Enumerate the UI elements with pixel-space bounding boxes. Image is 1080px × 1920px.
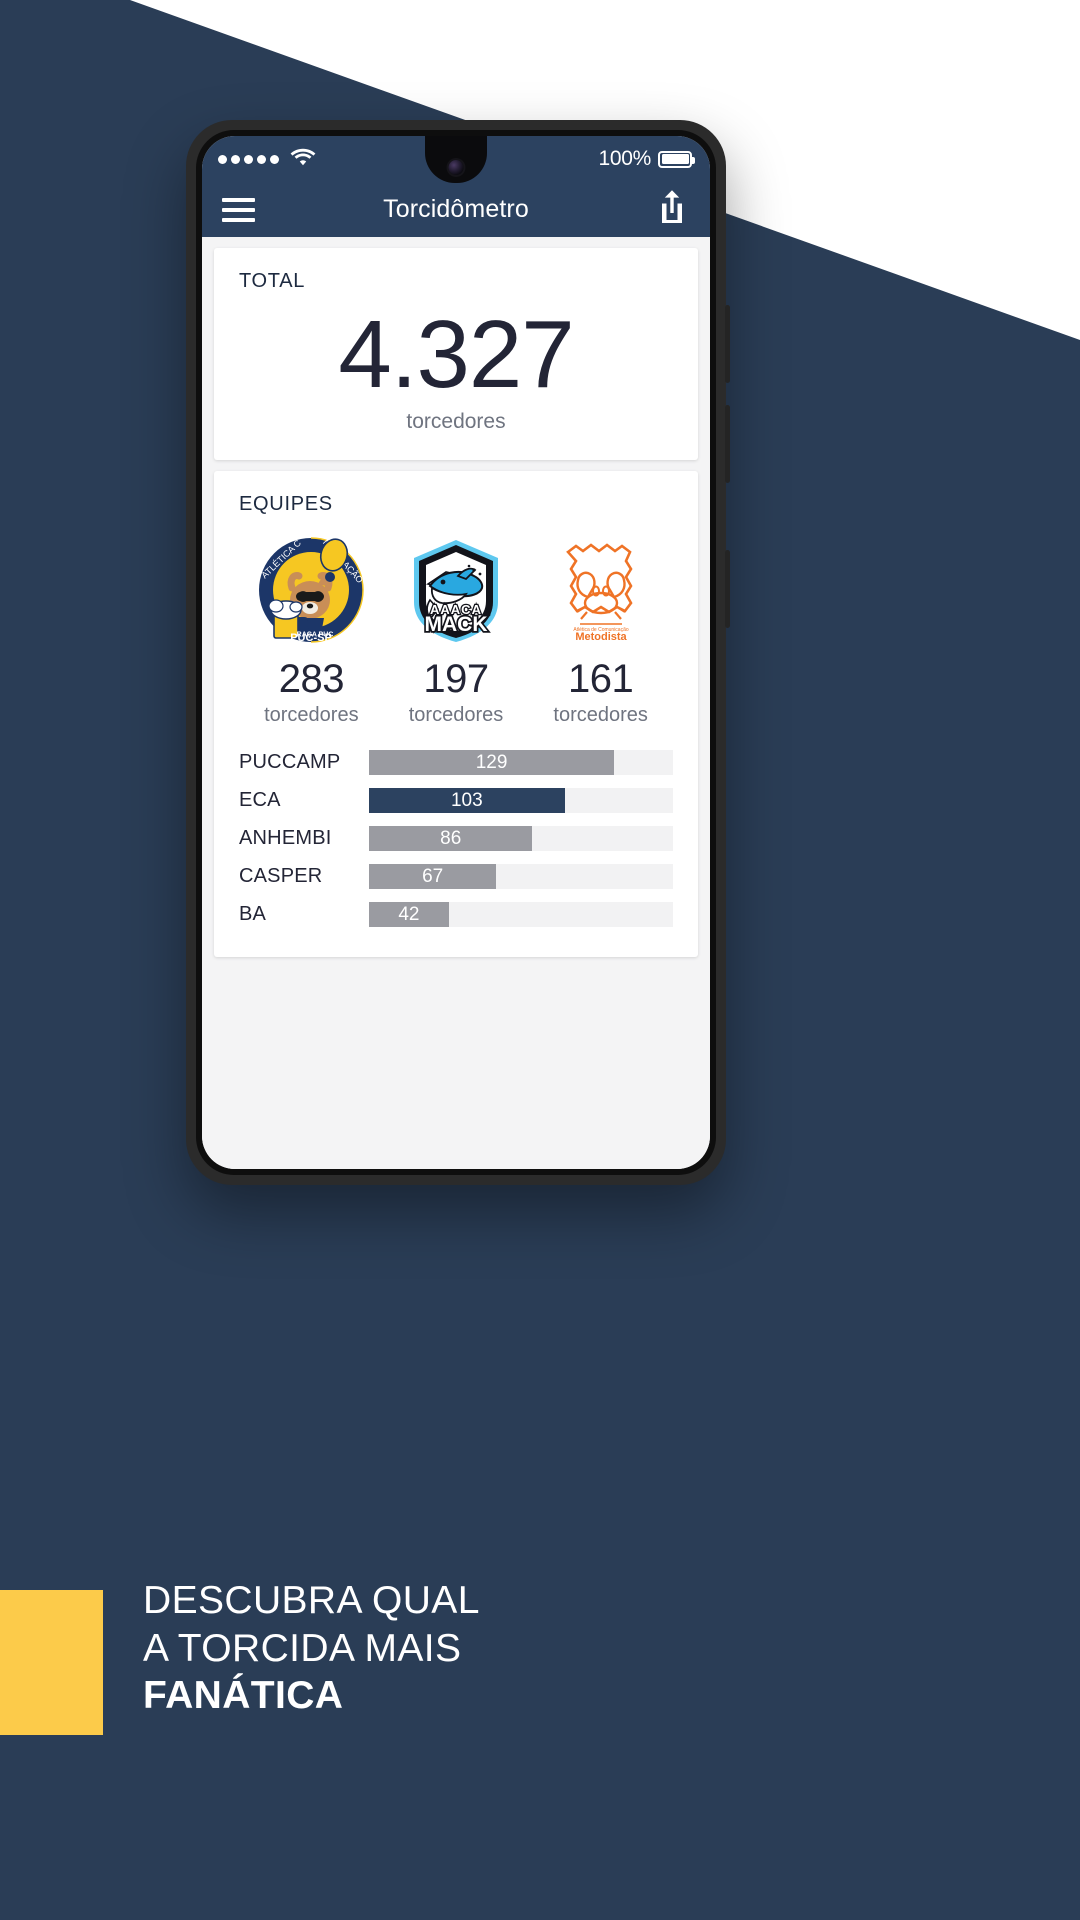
equipes-card-label: EQUIPES xyxy=(239,493,333,515)
team-podium-item[interactable]: Atlética de Comunicação Metodista 161 to… xyxy=(529,536,672,727)
svg-text:MACK: MACK xyxy=(424,613,487,636)
bar-track: 86 xyxy=(369,826,673,851)
total-count-unit: torcedores xyxy=(406,410,506,433)
marketing-tagline: DESCUBRA QUAL A TORCIDA MAIS FANÁTICA xyxy=(143,1577,843,1720)
accent-yellow-block xyxy=(0,1590,103,1735)
app-header: Torcidômetro xyxy=(202,182,710,237)
team-count-unit: torcedores xyxy=(408,704,504,726)
bar-chart-row[interactable]: CASPER 67 xyxy=(239,861,673,892)
phone-screen: 100% Torcidômetro TOTAL 4.327 torcedores… xyxy=(202,136,710,1169)
bar-fill: 103 xyxy=(369,788,565,813)
teams-bar-chart: PUCCAMP 129 ECA 103 ANHEMBI 86 CASPER 67 BA 42 xyxy=(239,747,673,930)
bar-track: 42 xyxy=(369,902,673,927)
bar-category-label: PUCCAMP xyxy=(239,751,341,773)
bar-chart-row[interactable]: ANHEMBI 86 xyxy=(239,823,673,854)
bar-chart-row[interactable]: BA 42 xyxy=(239,899,673,930)
page-title: Torcidômetro xyxy=(383,195,529,223)
team-podium-item[interactable]: AAACA MACK 197 torcedores xyxy=(384,536,527,727)
app-content: TOTAL 4.327 torcedores EQUIPES ATLÉTICA … xyxy=(202,237,710,1169)
bar-fill: 42 xyxy=(369,902,449,927)
phone-mockup: 100% Torcidômetro TOTAL 4.327 torcedores… xyxy=(186,120,730,1185)
total-card-label: TOTAL xyxy=(239,270,306,292)
total-card: TOTAL 4.327 torcedores xyxy=(214,248,698,460)
atletica-comunicacao-puc-sp-logo: ATLÉTICA C MUNICAÇÃO xyxy=(252,536,370,644)
svg-text:Metodista: Metodista xyxy=(575,631,627,640)
share-icon[interactable] xyxy=(656,189,688,230)
team-count-value: 161 xyxy=(568,657,634,701)
atletica-comunicacao-metodista-logo: Atlética de Comunicação Metodista xyxy=(558,536,644,644)
bar-chart-row[interactable]: ECA 103 xyxy=(239,785,673,816)
bar-chart-row[interactable]: PUCCAMP 129 xyxy=(239,747,673,778)
bar-category-label: BA xyxy=(239,903,267,925)
phone-side-button-3 xyxy=(725,550,730,628)
team-count-value: 283 xyxy=(278,657,345,701)
wifi-icon xyxy=(290,147,316,171)
bar-fill: 67 xyxy=(369,864,497,889)
signal-strength-icon xyxy=(218,154,279,164)
phone-side-button-1 xyxy=(725,305,730,383)
hamburger-menu-icon[interactable] xyxy=(222,197,255,222)
bar-track: 129 xyxy=(369,750,673,775)
aaaca-mack-logo: AAACA MACK xyxy=(406,536,506,644)
team-count-unit: torcedores xyxy=(264,704,359,726)
bar-track: 67 xyxy=(369,864,673,889)
top-teams-row: ATLÉTICA C MUNICAÇÃO xyxy=(239,536,673,727)
status-bar-left xyxy=(218,147,316,171)
team-podium-item[interactable]: ATLÉTICA C MUNICAÇÃO xyxy=(240,536,383,727)
battery-icon xyxy=(658,150,695,168)
bar-fill: 129 xyxy=(369,750,615,775)
bar-category-label: ANHEMBI xyxy=(239,827,332,849)
team-count-value: 197 xyxy=(423,657,489,701)
tagline-line-2: A TORCIDA MAIS xyxy=(143,1626,462,1670)
bar-track: 103 xyxy=(369,788,673,813)
status-bar-right: 100% xyxy=(598,147,695,171)
battery-percentage: 100% xyxy=(598,147,651,170)
team-count-unit: torcedores xyxy=(553,704,648,726)
tagline-line-1: DESCUBRA QUAL xyxy=(143,1579,480,1622)
bar-fill: 86 xyxy=(369,826,533,851)
equipes-card: EQUIPES ATLÉTICA C MUNICAÇÃO xyxy=(214,471,698,957)
bar-category-label: CASPER xyxy=(239,865,323,887)
tagline-line-3: FANÁTICA xyxy=(143,1674,344,1718)
svg-text:PUC-SP: PUC-SP xyxy=(291,632,333,644)
front-camera-icon xyxy=(448,160,464,175)
bar-category-label: ECA xyxy=(239,789,281,811)
total-count-value: 4.327 xyxy=(338,301,574,408)
phone-side-button-2 xyxy=(725,405,730,483)
phone-bezel: 100% Torcidômetro TOTAL 4.327 torcedores… xyxy=(196,130,716,1175)
